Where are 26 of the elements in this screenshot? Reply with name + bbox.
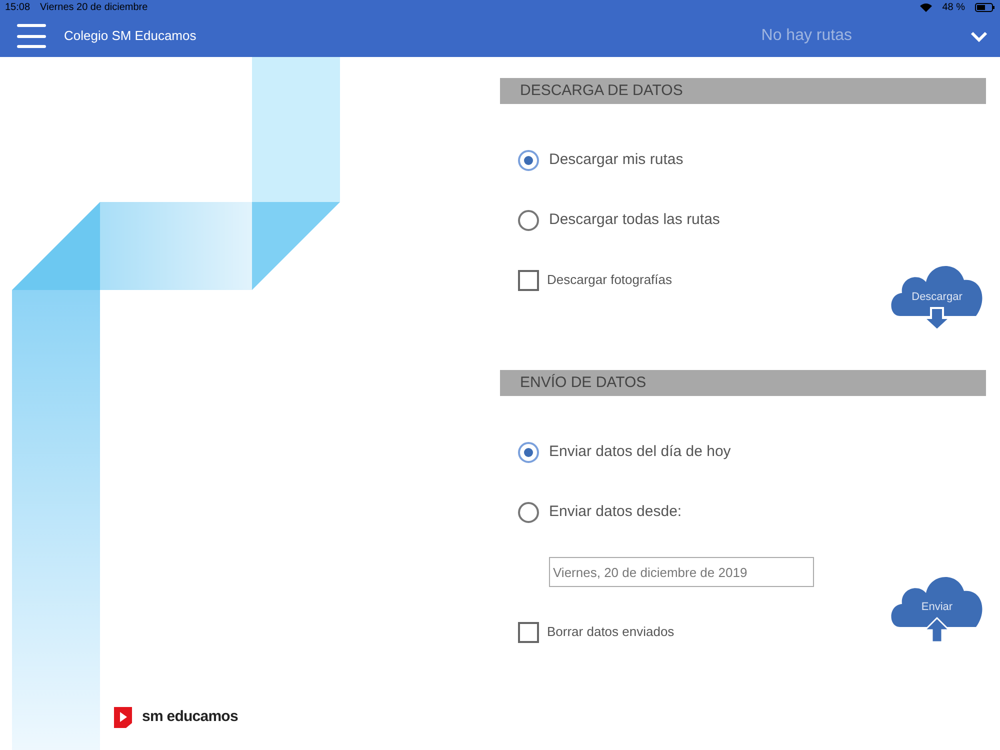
brand-logo-text: sm educamos [142,706,238,727]
wifi-icon [920,3,932,12]
radio-button[interactable] [518,502,539,522]
play-logo-icon [111,705,135,729]
chevron-down-icon[interactable] [970,30,988,42]
option-label: Enviar datos del día de hoy [549,442,731,462]
status-date: Viernes 20 de diciembre [40,1,148,15]
battery-icon [975,3,995,12]
checkbox-label: Borrar datos enviados [547,623,674,642]
menu-icon[interactable] [17,24,46,48]
radio-button[interactable] [518,442,539,462]
battery-percentage: 48 % [942,1,965,15]
radio-button[interactable] [518,210,539,230]
section-header: DESCARGA DE DATOS [500,78,986,104]
checkbox[interactable] [518,622,539,642]
date-field[interactable]: Viernes, 20 de diciembre de 2019 [549,557,814,587]
option-label: Descargar todas las rutas [549,210,720,230]
section-header: ENVÍO DE DATOS [500,370,986,396]
checkbox[interactable] [518,270,539,290]
checkbox-label: Descargar fotografías [547,271,672,290]
route-selector[interactable]: No hay rutas [761,24,852,48]
app-title: Colegio SM Educamos [64,27,196,46]
radio-button[interactable] [518,150,539,170]
option-label: Descargar mis rutas [549,150,684,170]
option-label: Enviar datos desde: [549,502,682,522]
status-time: 15:08 [5,1,30,15]
